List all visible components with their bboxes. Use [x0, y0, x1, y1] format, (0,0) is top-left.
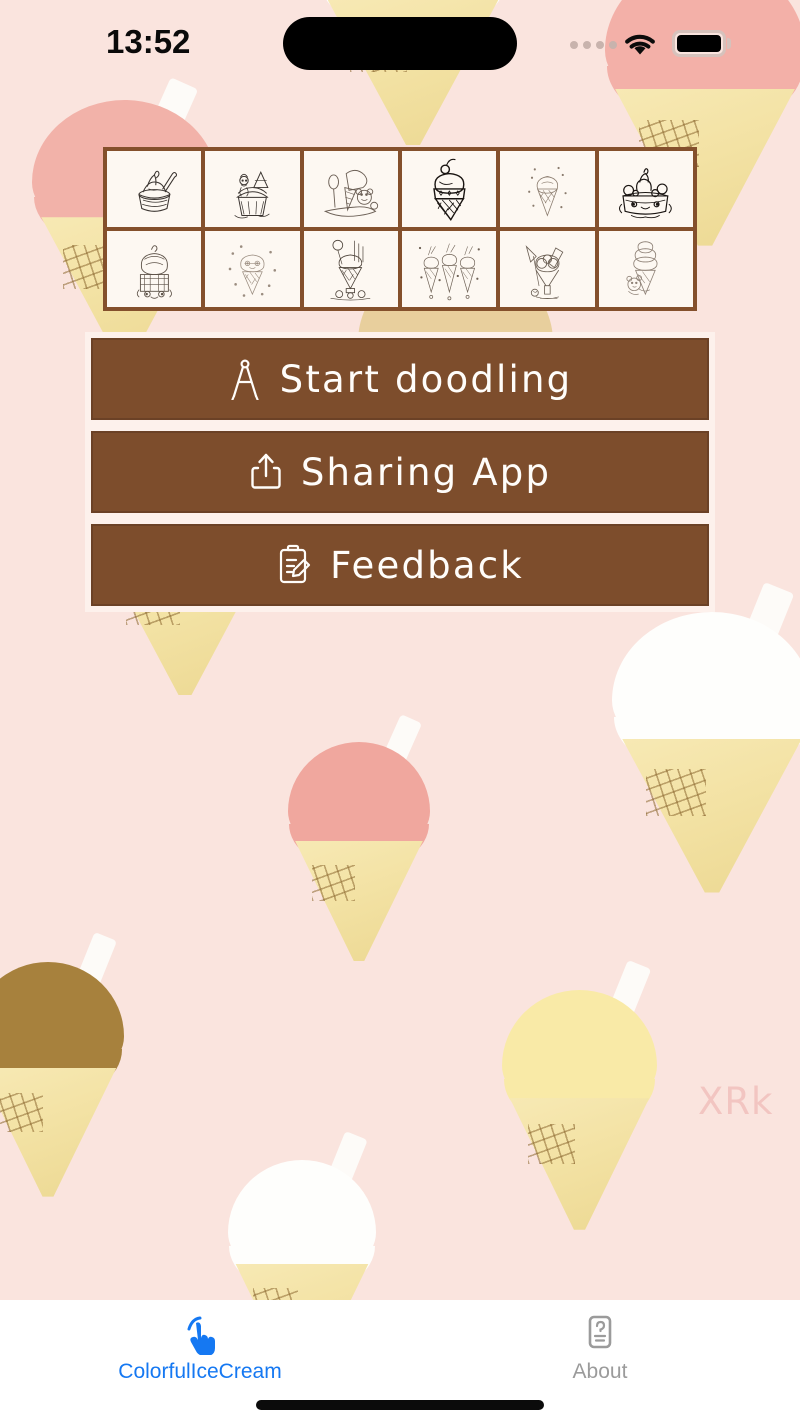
signal-dots-icon: [570, 41, 617, 49]
start-doodling-button[interactable]: Start doodling: [85, 332, 715, 426]
feedback-button[interactable]: Feedback: [85, 518, 715, 612]
wallpaper-cone-vanilla-right: [612, 581, 800, 893]
gallery-thumbnail[interactable]: [107, 231, 202, 307]
gallery-thumbnail[interactable]: [205, 231, 300, 307]
coloring-page-gallery[interactable]: [103, 147, 697, 311]
feedback-label: Feedback: [330, 543, 524, 587]
pointing-hand-tap-icon: [178, 1312, 222, 1356]
share-up-arrow-icon: [249, 451, 283, 493]
wallpaper-cone-lemon-right: [502, 959, 657, 1230]
wallpaper-cone-vanilla-bottom: [228, 1131, 376, 1300]
gallery-thumbnail[interactable]: [500, 231, 595, 307]
wallpaper-cone-chocolate-left: [0, 932, 124, 1197]
gallery-thumbnail[interactable]: [598, 151, 693, 227]
question-document-icon: [578, 1312, 622, 1356]
gallery-thumbnail[interactable]: [500, 151, 595, 227]
gallery-thumbnail[interactable]: [598, 231, 693, 307]
watermark-text: XRk: [698, 1080, 774, 1123]
gallery-thumbnail[interactable]: [205, 151, 300, 227]
status-bar: 13:52: [0, 0, 800, 92]
battery-tip-icon: [727, 38, 731, 49]
phone-screen: XRk 13:52 Start doodling Sharing App Fee…: [0, 0, 800, 1422]
battery-icon: [672, 30, 726, 57]
sharing-app-button[interactable]: Sharing App: [85, 425, 715, 519]
clipboard-pencil-icon: [276, 543, 312, 587]
gallery-thumbnail[interactable]: [107, 151, 202, 227]
wifi-icon: [622, 30, 658, 58]
gallery-thumbnail[interactable]: [402, 231, 497, 307]
gallery-thumbnail[interactable]: [303, 231, 398, 307]
sharing-app-label: Sharing App: [300, 450, 552, 494]
wallpaper-cone-strawberry-center: [288, 714, 430, 962]
compass-divider-icon: [228, 358, 262, 400]
tab-colorful-ice-cream-label: ColorfulIceCream: [118, 1360, 282, 1383]
dynamic-island: [283, 17, 517, 70]
gallery-thumbnail[interactable]: [402, 151, 497, 227]
status-bar-time: 13:52: [106, 23, 191, 60]
tab-about-label: About: [572, 1360, 628, 1383]
home-indicator: [256, 1400, 544, 1410]
gallery-thumbnail[interactable]: [303, 151, 398, 227]
start-doodling-label: Start doodling: [279, 357, 573, 401]
